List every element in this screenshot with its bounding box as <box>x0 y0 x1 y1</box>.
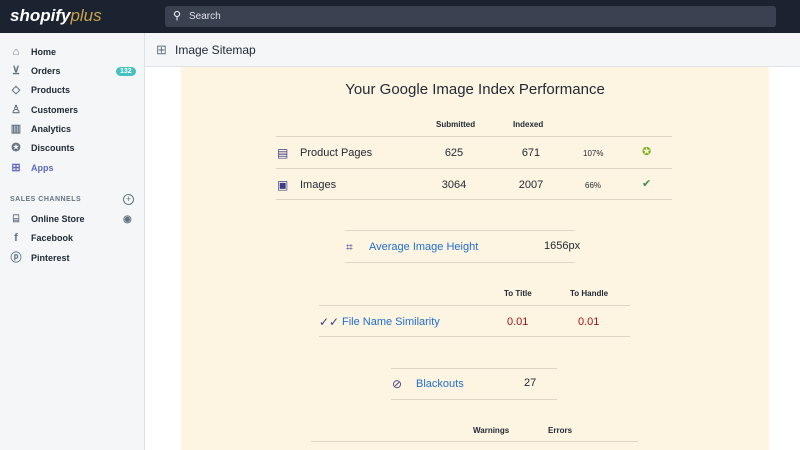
tag-icon: ◇ <box>11 84 21 96</box>
sidebar-item-home[interactable]: ⌂ Home <box>0 43 145 62</box>
sidebar-item-customers[interactable]: ♙ Customers <box>0 101 145 120</box>
indexed-value: 671 <box>521 147 541 159</box>
blackouts-value: 27 <box>524 377 537 389</box>
sidebar-item-orders[interactable]: ⊻ Orders 132 <box>0 62 145 81</box>
check-circle-icon: ✔ <box>642 178 652 190</box>
col-indexed: Indexed <box>513 120 544 129</box>
label: Customers <box>31 105 79 115</box>
eye-icon[interactable]: ◉ <box>123 210 132 229</box>
label: Facebook <box>31 233 74 243</box>
block-icon: ⊘ <box>392 377 403 391</box>
row-label: Product Pages <box>300 147 373 159</box>
col-to-handle: To Handle <box>570 289 609 298</box>
search-icon: ⚲ <box>173 10 182 22</box>
col-errors: Errors <box>548 426 573 435</box>
sidebar-item-apps[interactable]: ⊞ Apps <box>0 159 145 178</box>
label: Orders <box>31 66 61 76</box>
percent-value: 66% <box>585 181 602 190</box>
crop-icon: ⌗ <box>346 240 353 254</box>
submitted-value: 3064 <box>441 179 467 191</box>
channel-facebook[interactable]: f Facebook <box>0 229 145 248</box>
avg-height-link[interactable]: Average Image Height <box>369 241 478 253</box>
label: Pinterest <box>31 253 70 263</box>
image-icon: ▣ <box>277 178 289 192</box>
sales-channels-heading: SALES CHANNELS <box>10 196 82 203</box>
page-title: Image Sitemap <box>175 43 256 57</box>
search-input[interactable]: ⚲ Search <box>165 6 776 27</box>
report-panel: Your Google Image Index Performance Subm… <box>181 67 769 450</box>
to-handle-value: 0.01 <box>578 316 600 328</box>
facebook-icon: f <box>14 232 18 244</box>
percent-value: 107% <box>583 149 604 158</box>
avg-height-value: 1656px <box>544 240 581 252</box>
label: Analytics <box>31 124 72 134</box>
page-header: ⊞ Image Sitemap <box>145 33 800 67</box>
shopify-plus-logo[interactable]: shopifyplus <box>10 6 102 26</box>
add-channel-icon[interactable]: + <box>123 194 134 205</box>
sidebar-item-analytics[interactable]: ▥ Analytics <box>0 120 145 139</box>
submitted-value: 625 <box>444 147 464 159</box>
orders-badge: 132 <box>116 67 136 76</box>
home-icon: ⌂ <box>12 46 20 58</box>
double-check-icon: ✓✓ <box>319 315 340 329</box>
pinterest-icon: ⓟ <box>10 252 22 264</box>
document-icon: ▤ <box>277 146 289 160</box>
similarity-link[interactable]: File Name Similarity <box>342 316 440 328</box>
store-icon: ⌸ <box>12 213 20 225</box>
label: Home <box>31 47 57 57</box>
apps-icon: ⊞ <box>156 42 167 57</box>
label: Apps <box>31 163 54 173</box>
discount-icon: ✪ <box>11 142 21 154</box>
to-title-value: 0.01 <box>507 316 529 328</box>
col-warnings: Warnings <box>473 426 510 435</box>
label: Products <box>31 85 71 95</box>
sidebar-item-products[interactable]: ◇ Products <box>0 81 145 100</box>
sidebar-item-discounts[interactable]: ✪ Discounts <box>0 139 145 158</box>
label: Online Store <box>31 214 85 224</box>
sidebar: ⌂ Home ⊻ Orders 132 ◇ Products ♙ Customers ▥ A… <box>0 33 145 450</box>
indexed-value: 2007 <box>518 179 544 191</box>
row-label: Images <box>300 179 337 191</box>
apps-icon: ⊞ <box>11 162 21 174</box>
channel-pinterest[interactable]: ⓟ Pinterest <box>0 249 145 268</box>
channel-online-store[interactable]: ⌸ Online Store ◉ <box>0 210 145 229</box>
search-placeholder: Search <box>189 11 221 22</box>
blackouts-link[interactable]: Blackouts <box>416 378 464 390</box>
col-to-title: To Title <box>504 289 532 298</box>
label: Discounts <box>31 143 75 153</box>
inbox-icon: ⊻ <box>11 65 21 77</box>
top-bar: shopifyplus ⚲ Search <box>0 0 800 33</box>
bar-chart-icon: ▥ <box>10 123 22 135</box>
star-badge-icon: ✪ <box>642 146 652 158</box>
person-icon: ♙ <box>11 104 21 116</box>
report-title: Your Google Image Index Performance <box>345 81 605 98</box>
col-submitted: Submitted <box>436 120 476 129</box>
